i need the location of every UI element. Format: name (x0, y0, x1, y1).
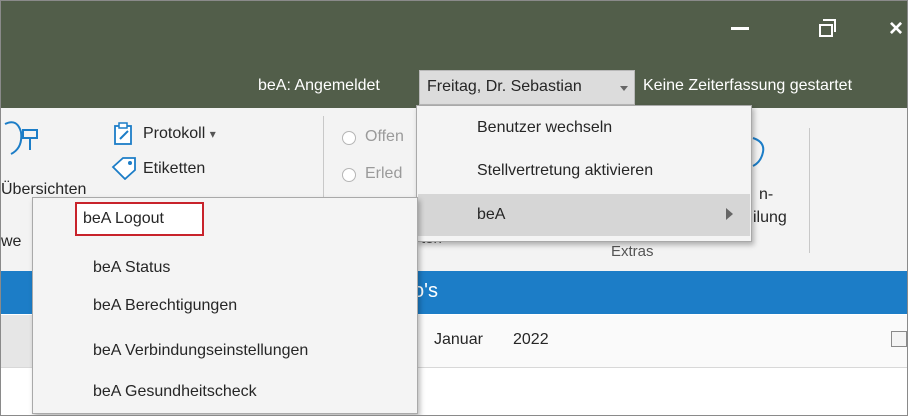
protokoll-button[interactable]: Protokoll ▾ (143, 125, 216, 143)
bea-status-label: beA: Angemeldet (258, 77, 380, 94)
ribbon-fragment-ilung: ilung (753, 209, 787, 226)
user-name-label: Freitag, Dr. Sebastian (427, 78, 582, 95)
user-dropdown-menu: Benutzer wechseln Stellvertretung aktivi… (416, 105, 752, 242)
menu-item-label: beA Berechtigungen (93, 297, 238, 314)
offen-label: Offen (365, 128, 404, 145)
erledigt-radio[interactable] (342, 168, 356, 182)
menu-item-label: beA Verbindungseinstellungen (93, 342, 309, 359)
extras-group-label: Extras (611, 243, 654, 260)
menu-item-benutzer-wechseln[interactable]: Benutzer wechseln (417, 119, 751, 149)
ribbon-fragment-we: we (1, 233, 22, 250)
erledigt-label: Erled (365, 165, 403, 182)
year-label[interactable]: 2022 (513, 331, 549, 349)
user-menu-button[interactable]: Freitag, Dr. Sebastian (419, 70, 635, 105)
ribbon-separator (809, 128, 810, 253)
close-icon[interactable]: × (889, 17, 903, 41)
menu-item-label: beA (477, 206, 506, 223)
menu-item-label: beA Gesundheitscheck (93, 383, 257, 400)
bea-gesundheitscheck-item[interactable]: beA Gesundheitscheck (33, 383, 417, 407)
offen-radio[interactable] (342, 131, 356, 145)
menu-item-bea[interactable]: beA (418, 194, 750, 236)
menu-item-label: beA Logout (83, 210, 164, 227)
menu-item-stellvertretung[interactable]: Stellvertretung aktivieren (417, 162, 751, 192)
menu-item-label: beA Status (93, 259, 171, 276)
protokoll-label: Protokoll (143, 125, 206, 142)
calendar-icon[interactable] (891, 331, 907, 347)
protokoll-icon (114, 122, 132, 145)
title-bar: × beA: Angemeldet Freitag, Dr. Sebastian… (1, 1, 907, 108)
month-label[interactable]: Januar (434, 331, 483, 349)
chevron-right-icon (726, 208, 733, 220)
restore-icon[interactable] (819, 19, 836, 37)
bea-submenu: beA Logout beA Status beA Berechtigungen… (32, 197, 418, 414)
bea-logout-item[interactable]: beA Logout (75, 202, 204, 236)
minimize-icon[interactable] (731, 27, 749, 30)
time-tracking-status[interactable]: Keine Zeiterfassung gestartet (643, 77, 852, 95)
bea-verbindungseinstellungen-item[interactable]: beA Verbindungseinstellungen (33, 342, 417, 366)
menu-item-label: Stellvertretung aktivieren (477, 162, 654, 179)
mitteilung-icon (752, 137, 765, 167)
menu-item-label: Benutzer wechseln (477, 119, 613, 136)
chevron-down-icon: ▾ (209, 127, 216, 141)
ribbon-fragment-n: n- (759, 186, 774, 203)
uebersichten-icon (4, 121, 38, 155)
app-window: × beA: Angemeldet Freitag, Dr. Sebastian… (0, 0, 908, 416)
bea-berechtigungen-item[interactable]: beA Berechtigungen (33, 297, 417, 321)
bea-status-item[interactable]: beA Status (33, 259, 417, 283)
tag-icon (111, 157, 136, 180)
etiketten-button[interactable]: Etiketten (143, 160, 205, 178)
chevron-down-icon (620, 86, 628, 91)
